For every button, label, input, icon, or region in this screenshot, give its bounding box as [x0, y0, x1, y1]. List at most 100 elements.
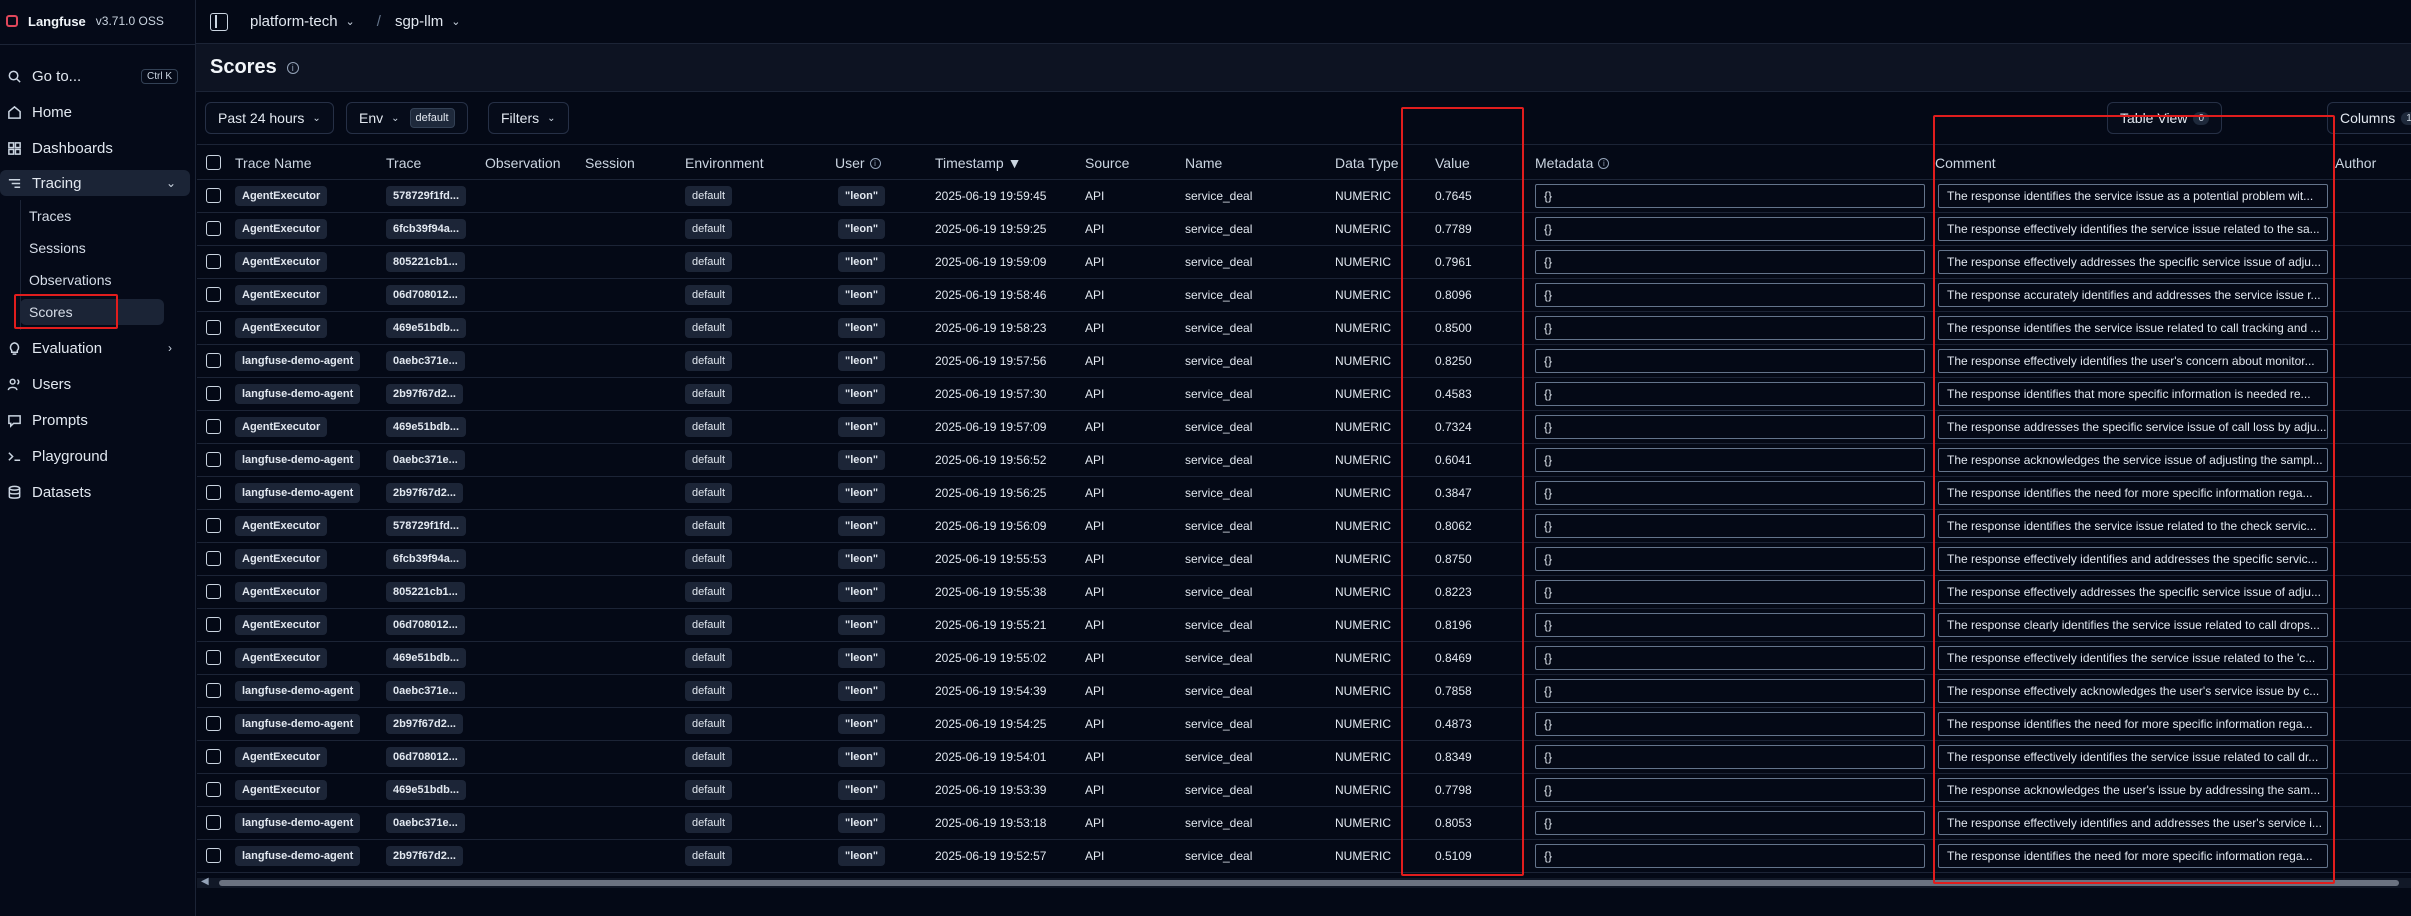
row-checkbox[interactable] — [206, 551, 221, 566]
cell-trace-id[interactable]: 2b97f67d2... — [386, 840, 463, 872]
cell-comment[interactable]: The response identifies the service issu… — [1938, 184, 2328, 208]
cell-metadata[interactable]: {} — [1535, 712, 1925, 736]
cell-comment[interactable]: The response effectively addresses the s… — [1938, 580, 2328, 604]
cell-metadata[interactable]: {} — [1535, 250, 1925, 274]
cell-trace-id[interactable]: 06d708012... — [386, 609, 465, 641]
cell-comment[interactable]: The response acknowledges the user's iss… — [1938, 778, 2328, 802]
row-checkbox[interactable] — [206, 782, 221, 797]
cell-metadata[interactable]: {} — [1535, 283, 1925, 307]
cell-user[interactable]: "leon" — [838, 708, 886, 740]
cell-user[interactable]: "leon" — [838, 741, 886, 773]
cell-trace-id[interactable]: 469e51bdb... — [386, 774, 467, 806]
cell-comment[interactable]: The response identifies the need for mor… — [1938, 712, 2328, 736]
table-row[interactable]: AgentExecutor 805221cb1... default "leon" 20… — [197, 246, 2411, 279]
horizontal-scrollbar[interactable]: ◀ — [197, 876, 2411, 888]
table-row[interactable]: AgentExecutor 469e51bdb... default "leon" 20… — [197, 774, 2411, 807]
sidebar-subitem-observations[interactable]: Observations — [29, 267, 164, 293]
cell-metadata[interactable]: {} — [1535, 448, 1925, 472]
cell-user[interactable]: "leon" — [838, 840, 886, 872]
row-checkbox[interactable] — [206, 848, 221, 863]
cell-user[interactable]: "leon" — [838, 312, 886, 344]
cell-metadata[interactable]: {} — [1535, 646, 1925, 670]
cell-user[interactable]: "leon" — [838, 774, 886, 806]
row-checkbox[interactable] — [206, 320, 221, 335]
col-environment[interactable]: Environment — [685, 145, 764, 181]
cell-user[interactable]: "leon" — [838, 807, 886, 839]
row-checkbox[interactable] — [206, 716, 221, 731]
table-row[interactable]: AgentExecutor 06d708012... default "leon" 20… — [197, 741, 2411, 774]
cell-metadata[interactable]: {} — [1535, 580, 1925, 604]
sidebar-item-prompts[interactable]: Prompts — [6, 407, 186, 433]
row-checkbox[interactable] — [206, 584, 221, 599]
cell-user[interactable]: "leon" — [838, 642, 886, 674]
cell-trace-id[interactable]: 805221cb1... — [386, 576, 465, 608]
cell-trace-id[interactable]: 469e51bdb... — [386, 411, 467, 443]
table-row[interactable]: AgentExecutor 469e51bdb... default "leon" 20… — [197, 312, 2411, 345]
cell-trace-id[interactable]: 06d708012... — [386, 279, 465, 311]
cell-comment[interactable]: The response effectively identifies the … — [1938, 646, 2328, 670]
cell-trace-id[interactable]: 0aebc371e... — [386, 675, 465, 707]
cell-metadata[interactable]: {} — [1535, 613, 1925, 637]
cell-trace-id[interactable]: 06d708012... — [386, 741, 465, 773]
cell-metadata[interactable]: {} — [1535, 415, 1925, 439]
cell-user[interactable]: "leon" — [838, 444, 886, 476]
cell-comment[interactable]: The response identifies the service issu… — [1938, 316, 2328, 340]
cell-metadata[interactable]: {} — [1535, 514, 1925, 538]
col-data-type[interactable]: Data Type — [1335, 145, 1399, 181]
row-checkbox[interactable] — [206, 287, 221, 302]
sidebar-item-goto[interactable]: Go to... Ctrl K — [6, 63, 186, 89]
cell-metadata[interactable]: {} — [1535, 184, 1925, 208]
sidebar-item-evaluation[interactable]: Evaluation › — [6, 335, 186, 361]
cell-comment[interactable]: The response effectively addresses the s… — [1938, 250, 2328, 274]
cell-user[interactable]: "leon" — [838, 609, 886, 641]
filters-button[interactable]: Filters ⌄ — [488, 102, 569, 134]
brand[interactable]: Langfuse v3.71.0 OSS — [6, 12, 164, 30]
cell-user[interactable]: "leon" — [838, 246, 886, 278]
sidebar-item-datasets[interactable]: Datasets — [6, 479, 186, 505]
sidebar-item-playground[interactable]: Playground — [6, 443, 186, 469]
cell-trace-id[interactable]: 6fcb39f94a... — [386, 213, 467, 245]
row-checkbox[interactable] — [206, 452, 221, 467]
cell-metadata[interactable]: {} — [1535, 844, 1925, 868]
table-row[interactable]: langfuse-demo-agent 2b97f67d2... default "l… — [197, 708, 2411, 741]
cell-user[interactable]: "leon" — [838, 279, 886, 311]
sidebar-item-dashboards[interactable]: Dashboards — [6, 135, 186, 161]
table-row[interactable]: AgentExecutor 06d708012... default "leon" 20… — [197, 609, 2411, 642]
col-trace-name[interactable]: Trace Name — [235, 145, 312, 181]
cell-trace-id[interactable]: 2b97f67d2... — [386, 477, 463, 509]
col-value[interactable]: Value — [1435, 145, 1470, 181]
sidebar-toggle-icon[interactable] — [210, 12, 228, 31]
cell-comment[interactable]: The response identifies the service issu… — [1938, 514, 2328, 538]
cell-metadata[interactable]: {} — [1535, 481, 1925, 505]
cell-user[interactable]: "leon" — [838, 675, 886, 707]
columns-button[interactable]: Columns 1 — [2327, 102, 2411, 134]
cell-trace-id[interactable]: 469e51bdb... — [386, 642, 467, 674]
cell-user[interactable]: "leon" — [838, 576, 886, 608]
table-row[interactable]: langfuse-demo-agent 0aebc371e... default "l… — [197, 444, 2411, 477]
row-checkbox[interactable] — [206, 353, 221, 368]
table-row[interactable]: langfuse-demo-agent 2b97f67d2... default "l… — [197, 378, 2411, 411]
col-metadata[interactable]: Metadata i — [1535, 145, 1610, 181]
row-checkbox[interactable] — [206, 518, 221, 533]
row-checkbox[interactable] — [206, 617, 221, 632]
cell-trace-id[interactable]: 578729f1fd... — [386, 510, 467, 542]
table-row[interactable]: AgentExecutor 578729f1fd... default "leon" 2… — [197, 180, 2411, 213]
env-filter[interactable]: Env ⌄ default — [346, 102, 468, 134]
table-row[interactable]: langfuse-demo-agent 2b97f67d2... default "l… — [197, 840, 2411, 873]
cell-user[interactable]: "leon" — [838, 477, 886, 509]
cell-comment[interactable]: The response effectively identifies and … — [1938, 547, 2328, 571]
cell-comment[interactable]: The response addresses the specific serv… — [1938, 415, 2328, 439]
sidebar-subitem-traces[interactable]: Traces — [29, 203, 164, 229]
cell-trace-id[interactable]: 0aebc371e... — [386, 807, 465, 839]
table-row[interactable]: AgentExecutor 578729f1fd... default "leon" 2… — [197, 510, 2411, 543]
cell-trace-id[interactable]: 578729f1fd... — [386, 180, 467, 212]
cell-user[interactable]: "leon" — [838, 180, 886, 212]
time-range-select[interactable]: Past 24 hours ⌄ — [205, 102, 334, 134]
row-checkbox[interactable] — [206, 650, 221, 665]
table-row[interactable]: AgentExecutor 6fcb39f94a... default "leon" 2… — [197, 543, 2411, 576]
cell-comment[interactable]: The response identifies the need for mor… — [1938, 481, 2328, 505]
cell-user[interactable]: "leon" — [838, 345, 886, 377]
col-observation[interactable]: Observation — [485, 145, 560, 181]
cell-comment[interactable]: The response clearly identifies the serv… — [1938, 613, 2328, 637]
cell-metadata[interactable]: {} — [1535, 547, 1925, 571]
